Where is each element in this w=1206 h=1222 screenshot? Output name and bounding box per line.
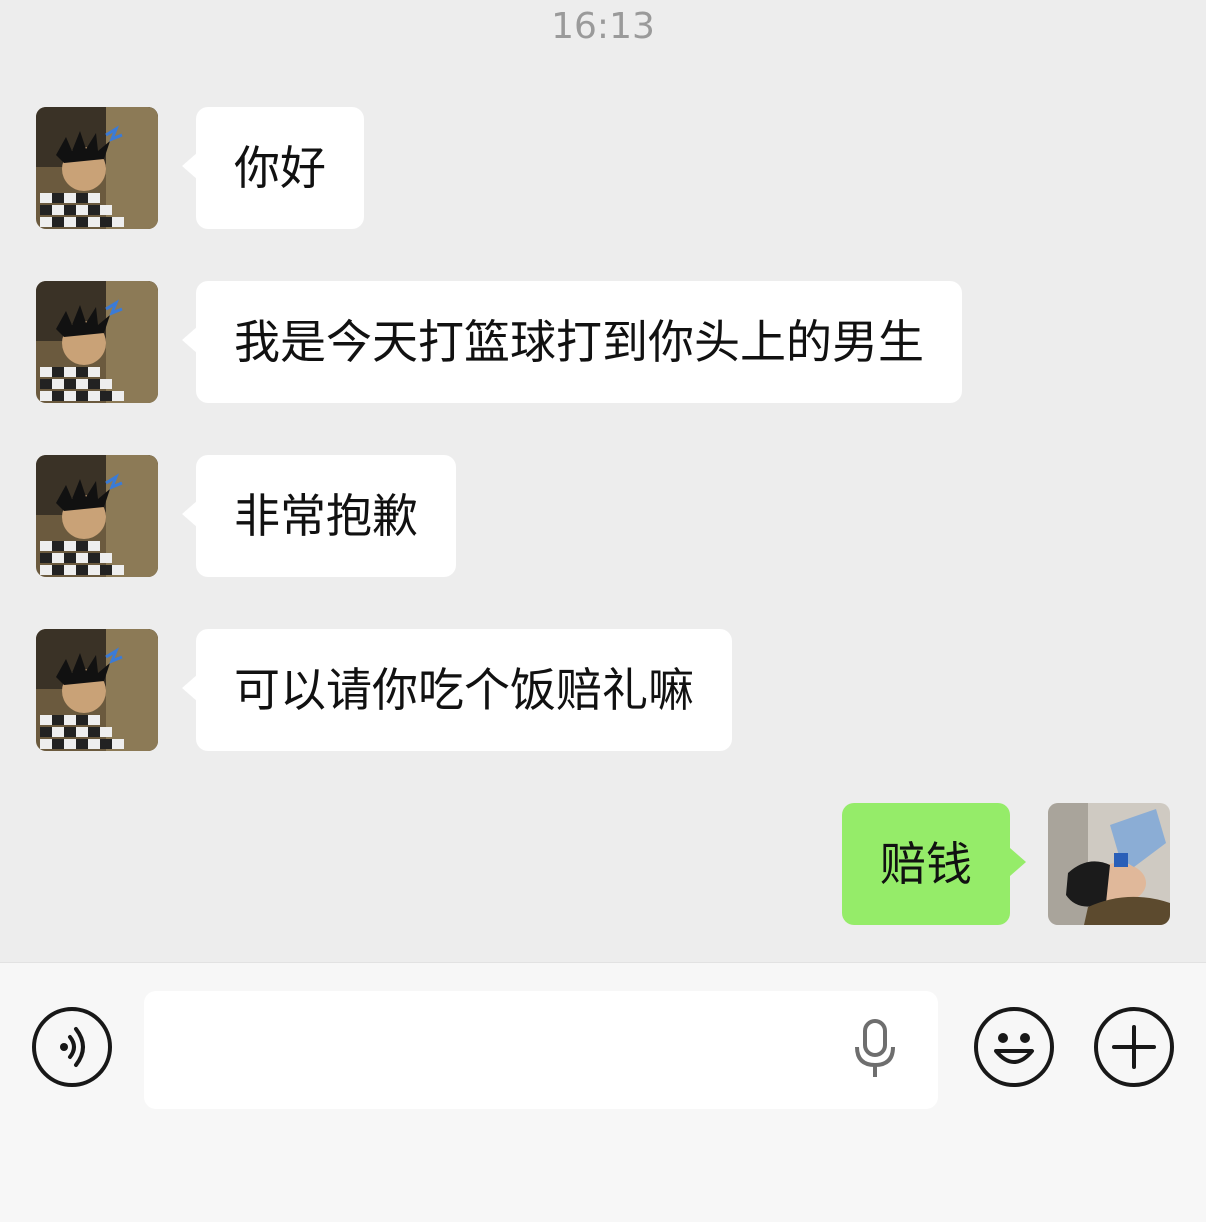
voice-mode-icon: [60, 1027, 85, 1067]
message-row: 非常抱歉: [0, 455, 1206, 577]
outgoing-message-bubble[interactable]: 赔钱: [842, 803, 1026, 925]
message-text: 我是今天打篮球打到你头上的男生: [234, 315, 924, 369]
emoji-button[interactable]: [974, 1007, 1054, 1087]
message-input-bar: [0, 962, 1206, 1222]
message-text: 非常抱歉: [234, 489, 418, 543]
incoming-message-bubble[interactable]: 可以请你吃个饭赔礼嘛: [182, 629, 732, 751]
microphone-button[interactable]: [852, 1019, 898, 1081]
contact-avatar[interactable]: [36, 281, 158, 403]
incoming-message-bubble[interactable]: 我是今天打篮球打到你头上的男生: [182, 281, 962, 403]
self-avatar[interactable]: [1048, 803, 1170, 925]
contact-avatar[interactable]: [36, 107, 158, 229]
voice-mode-button[interactable]: [32, 1007, 112, 1087]
contact-avatar[interactable]: [36, 629, 158, 751]
message-text-input[interactable]: [144, 991, 938, 1109]
more-options-button[interactable]: [1094, 1007, 1174, 1087]
message-row: 赔钱: [0, 803, 1206, 925]
plus-icon: [1112, 1025, 1156, 1069]
contact-avatar[interactable]: [36, 455, 158, 577]
chat-screen: 16:13 你好 我是今天打篮球打到你头上的男生 非常抱歉 可以请你吃个饭赔礼嘛…: [0, 0, 1206, 1222]
microphone-icon: [855, 1019, 895, 1077]
message-text: 赔钱: [880, 837, 972, 891]
message-text: 可以请你吃个饭赔礼嘛: [234, 663, 694, 717]
message-text: 你好: [234, 141, 326, 195]
incoming-message-bubble[interactable]: 你好: [182, 107, 364, 229]
message-row: 你好: [0, 107, 1206, 229]
message-row: 可以请你吃个饭赔礼嘛: [0, 629, 1206, 751]
message-row: 我是今天打篮球打到你头上的男生: [0, 281, 1206, 403]
emoji-icon: [994, 1033, 1034, 1064]
message-timestamp: 16:13: [551, 6, 655, 47]
incoming-message-bubble[interactable]: 非常抱歉: [182, 455, 456, 577]
